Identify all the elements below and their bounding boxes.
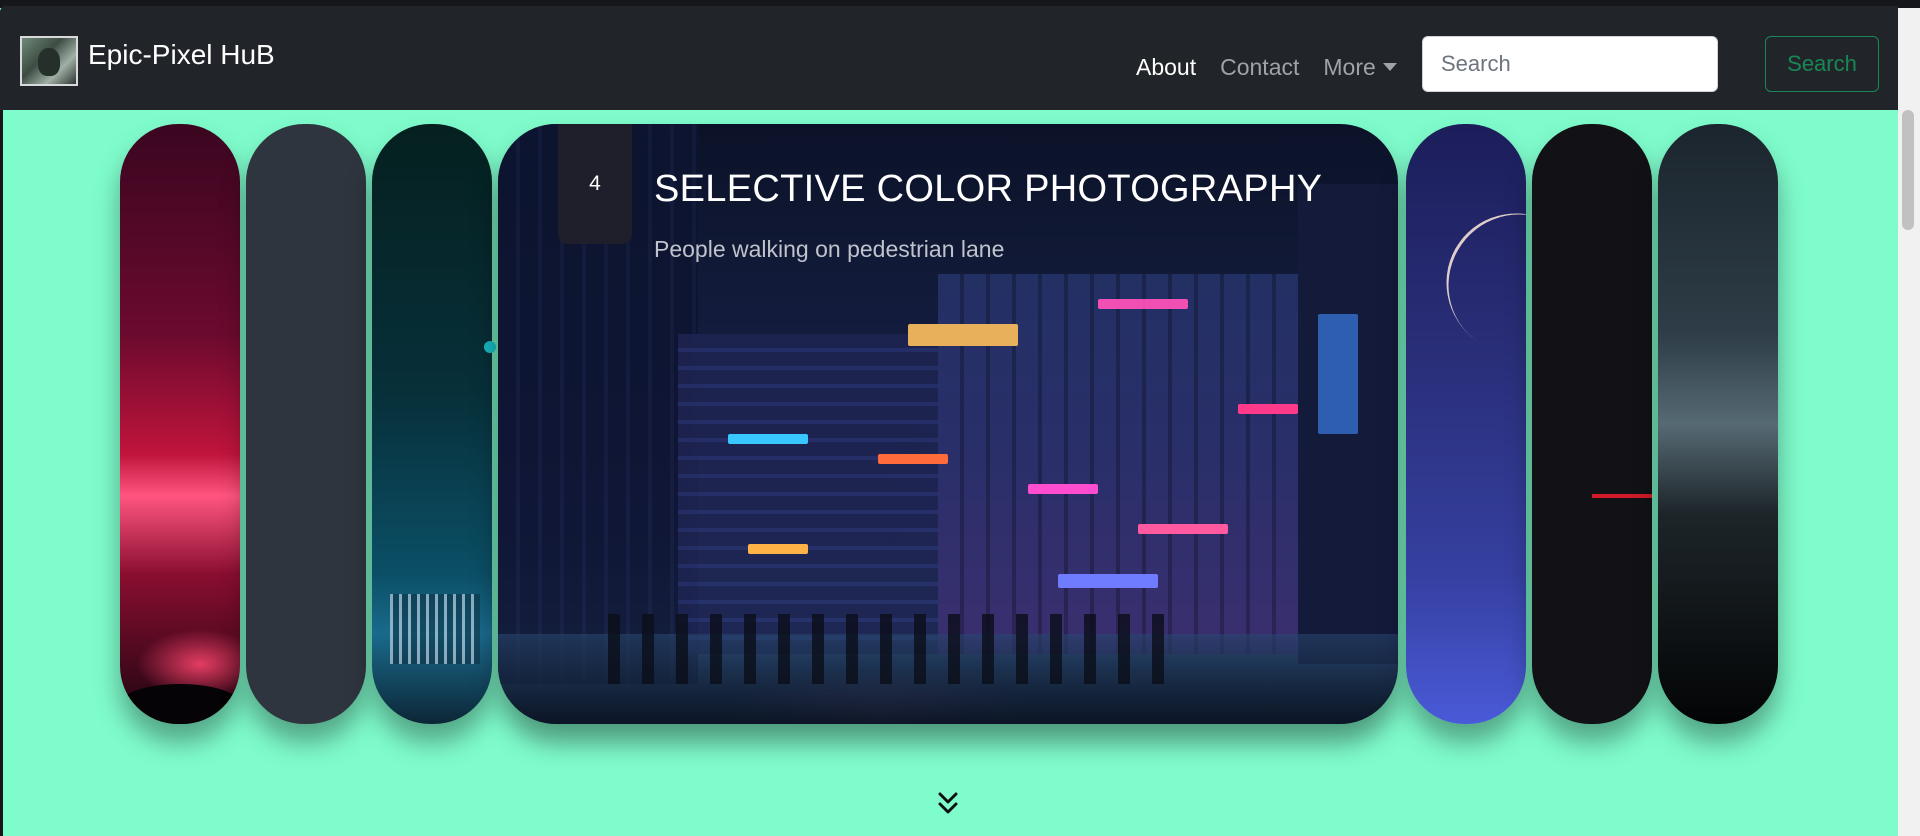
- brand-name: Epic-Pixel HuB: [88, 39, 275, 70]
- neon-sign: [908, 324, 1018, 346]
- slide-subtitle: People walking on pedestrian lane: [654, 236, 1005, 262]
- neon-sign: [728, 434, 808, 444]
- search-input[interactable]: [1422, 36, 1718, 92]
- neon-sign: [878, 454, 948, 464]
- nav-link-contact[interactable]: Contact: [1220, 54, 1299, 81]
- bg-building: [678, 334, 958, 654]
- nav-link-more-dropdown[interactable]: More: [1323, 54, 1397, 81]
- caret-down-icon: [1382, 62, 1397, 71]
- neon-sign: [1318, 314, 1358, 434]
- carousel-slide-5[interactable]: [1406, 124, 1526, 724]
- double-chevron-down-icon[interactable]: [936, 790, 960, 818]
- carousel-slide-1[interactable]: [120, 124, 240, 724]
- carousel-slide-2[interactable]: [246, 124, 366, 724]
- avatar-logo-icon: [20, 36, 78, 86]
- nav-link-about[interactable]: About: [1136, 54, 1196, 81]
- neon-sign: [1238, 404, 1298, 414]
- navbar: Epic-Pixel HuB About Contact More Search: [0, 6, 1898, 110]
- pedestrians: [608, 614, 1168, 684]
- carousel-indicator-dot: [484, 341, 496, 353]
- search-button[interactable]: Search: [1765, 36, 1879, 92]
- scrollbar-thumb[interactable]: [1902, 110, 1914, 230]
- carousel-slide-7[interactable]: [1658, 124, 1778, 724]
- window-edge: [0, 110, 3, 836]
- carousel-slide-6[interactable]: [1532, 124, 1652, 724]
- carousel-slide-active[interactable]: 4 SELECTIVE COLOR PHOTOGRAPHY People wal…: [498, 124, 1398, 724]
- neon-sign: [1058, 574, 1158, 588]
- brand[interactable]: Epic-Pixel HuB: [20, 36, 275, 86]
- carousel-slide-3[interactable]: [372, 124, 492, 724]
- nav-link-more-label: More: [1323, 54, 1376, 80]
- slide-title: SELECTIVE COLOR PHOTOGRAPHY: [654, 168, 1323, 210]
- neon-sign: [1098, 299, 1188, 309]
- neon-sign: [748, 544, 808, 554]
- nav-links: About Contact More: [1136, 54, 1421, 81]
- slide-number-badge: 4: [558, 124, 632, 244]
- neon-sign: [1138, 524, 1228, 534]
- neon-sign: [1028, 484, 1098, 494]
